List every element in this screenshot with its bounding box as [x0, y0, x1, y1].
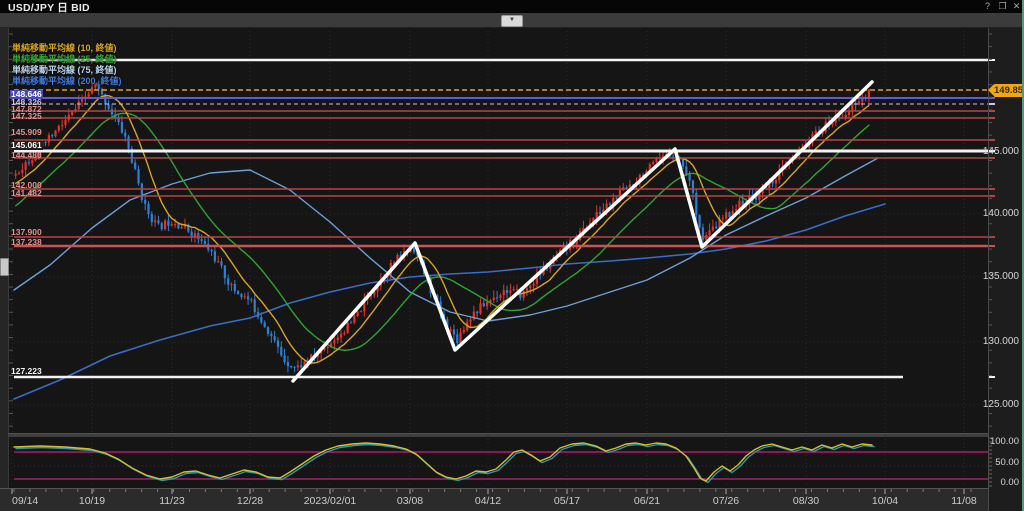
toolbar-collapse-button[interactable]: ▼ [501, 15, 523, 27]
current-price-value: 149.853 [994, 85, 1024, 96]
maximize-button[interactable]: ❐ [996, 0, 1009, 12]
chart-canvas[interactable] [8, 27, 988, 488]
help-button[interactable]: ? [981, 0, 994, 12]
current-price-tag: 149.853 [994, 84, 1024, 97]
title-bar: USD/JPY 日 BID ? ❐ ✕ [0, 0, 1022, 13]
time-axis[interactable] [0, 488, 988, 511]
toolbar: ▼ [0, 13, 1022, 28]
price-tag-arrow [988, 84, 994, 96]
price-axis[interactable] [988, 27, 1024, 511]
chart-window: 148.646148.326147.872147.325145.909145.0… [0, 0, 1024, 511]
close-button[interactable]: ✕ [1010, 0, 1023, 12]
pane-splitter-handle[interactable] [0, 258, 9, 276]
